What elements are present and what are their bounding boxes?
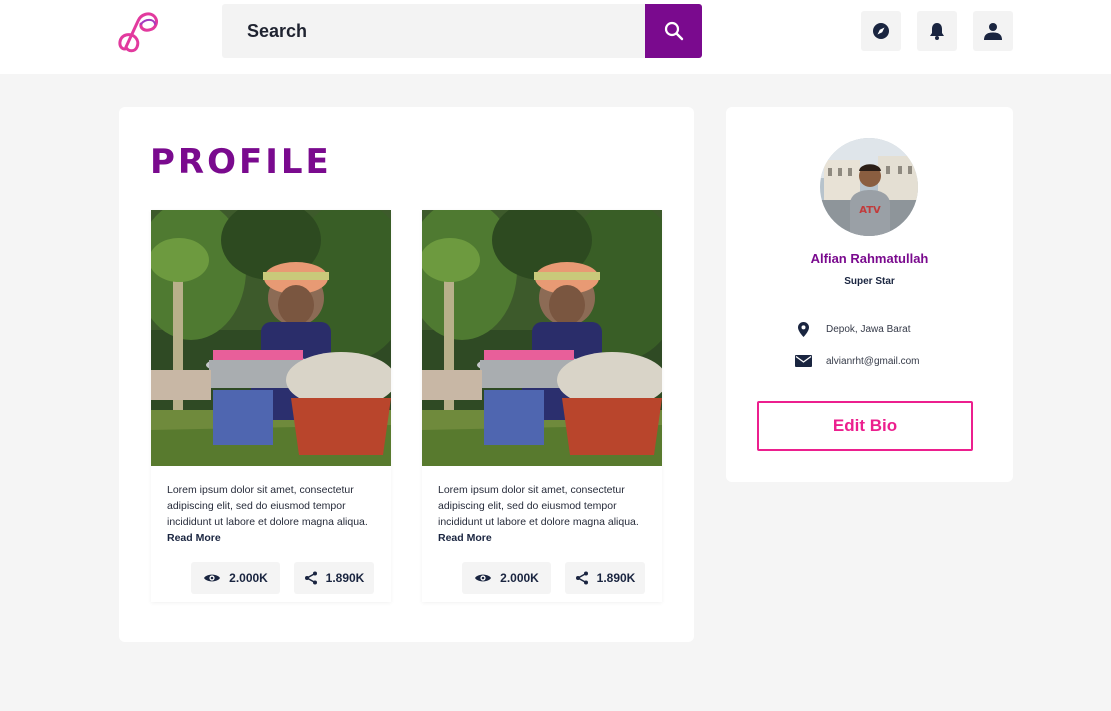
search-bar: [222, 4, 702, 58]
profile-card: PROFILE Lorem ipsum dolor sit amet, cons…: [119, 107, 694, 642]
post-excerpt: Lorem ipsum dolor sit amet, consectetur …: [167, 482, 379, 546]
read-more-link[interactable]: Read More: [438, 532, 492, 544]
page-title: PROFILE: [150, 142, 332, 182]
svg-text:ATV: ATV: [859, 205, 881, 216]
post-excerpt: Lorem ipsum dolor sit amet, consectetur …: [438, 482, 650, 546]
post-image[interactable]: [151, 210, 391, 466]
notifications-button[interactable]: [917, 11, 957, 51]
user-icon: [984, 23, 1002, 40]
edit-bio-button[interactable]: Edit Bio: [757, 401, 973, 451]
post-text: Lorem ipsum dolor sit amet, consectetur …: [167, 484, 368, 528]
location-pin-icon: [797, 321, 809, 337]
profile-role: Super Star: [844, 276, 895, 287]
explore-button[interactable]: [861, 11, 901, 51]
post-text: Lorem ipsum dolor sit amet, consectetur …: [438, 484, 639, 528]
search-icon: [664, 21, 683, 41]
compass-icon: [873, 23, 889, 39]
shares-count: 1.890K: [596, 571, 636, 585]
location-text: Depok, Jawa Barat: [826, 323, 911, 335]
shares-stat[interactable]: 1.890K: [565, 562, 645, 594]
account-button[interactable]: [973, 11, 1013, 51]
bio-card: ATV Alfian Rahmatullah Super Star Depok,…: [726, 107, 1013, 482]
logo-icon[interactable]: [116, 9, 168, 55]
email-row: alvianrht@gmail.com: [794, 352, 920, 370]
shares-count: 1.890K: [325, 571, 365, 585]
eye-icon: [475, 574, 492, 582]
bell-icon: [930, 23, 944, 40]
search-input[interactable]: [222, 4, 646, 58]
share-icon: [575, 571, 588, 585]
views-count: 2.000K: [500, 571, 539, 585]
profile-name: Alfian Rahmatullah: [810, 251, 929, 266]
post-card[interactable]: Lorem ipsum dolor sit amet, consectetur …: [422, 210, 662, 602]
search-button[interactable]: [645, 4, 702, 58]
email-text: alvianrht@gmail.com: [826, 355, 920, 367]
post-image[interactable]: [422, 210, 662, 466]
views-stat[interactable]: 2.000K: [191, 562, 280, 594]
mail-icon: [794, 355, 812, 367]
read-more-link[interactable]: Read More: [167, 532, 221, 544]
share-icon: [304, 571, 317, 585]
shares-stat[interactable]: 1.890K: [294, 562, 374, 594]
eye-icon: [204, 574, 221, 582]
views-stat[interactable]: 2.000K: [462, 562, 551, 594]
post-card[interactable]: Lorem ipsum dolor sit amet, consectetur …: [151, 210, 391, 602]
avatar: ATV: [820, 138, 918, 236]
top-bar: [0, 0, 1111, 74]
views-count: 2.000K: [229, 571, 268, 585]
location-row: Depok, Jawa Barat: [794, 320, 911, 338]
